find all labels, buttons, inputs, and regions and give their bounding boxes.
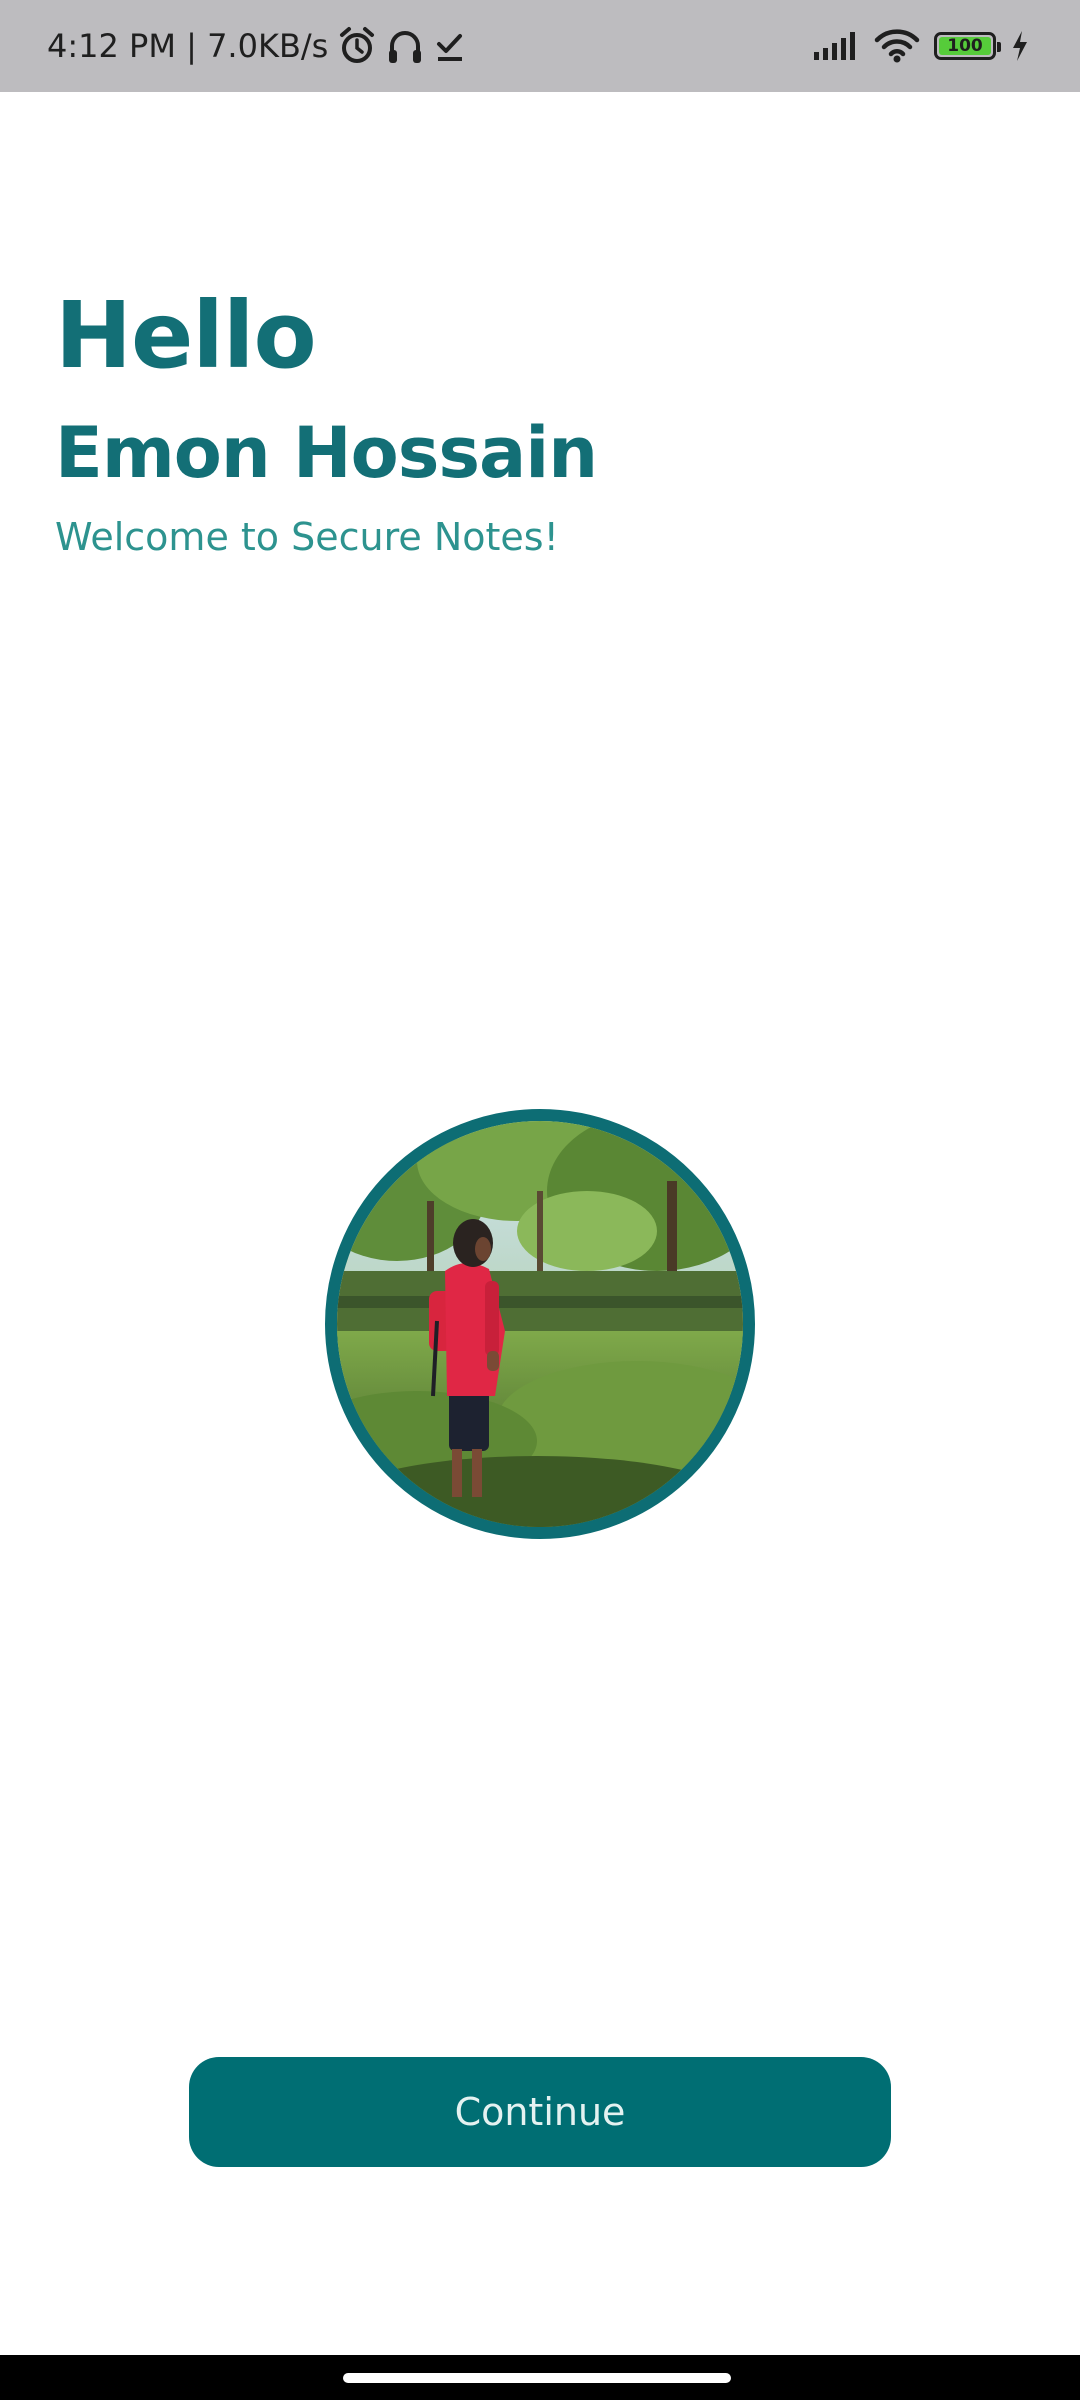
headphones-icon	[386, 24, 424, 68]
navigation-bar	[0, 2355, 1080, 2400]
profile-photo	[337, 1121, 743, 1527]
profile-avatar	[325, 1109, 755, 1539]
home-indicator[interactable]	[343, 2373, 731, 2383]
charging-icon	[1010, 24, 1030, 68]
battery-level: 100	[947, 35, 983, 56]
signal-icon	[812, 24, 860, 68]
greeting-block: Hello Emon Hossain Welcome to Secure Not…	[55, 282, 1025, 559]
status-right-group: 100	[812, 0, 1030, 92]
status-left-group: 4:12 PM | 7.0KB/s	[47, 0, 466, 92]
welcome-screen: 4:12 PM | 7.0KB/s 100 Hello Emon Hossain…	[0, 0, 1080, 2400]
status-bar: 4:12 PM | 7.0KB/s 100	[0, 0, 1080, 92]
battery-icon: 100	[934, 32, 1001, 60]
check-icon	[434, 24, 466, 68]
user-name: Emon Hossain	[55, 412, 598, 494]
hello-heading: Hello	[55, 282, 317, 389]
alarm-icon	[338, 24, 376, 68]
wifi-icon	[874, 24, 920, 68]
status-time-speed: 4:12 PM | 7.0KB/s	[47, 27, 329, 65]
continue-button[interactable]: Continue	[189, 2057, 891, 2167]
battery-tip	[997, 42, 1001, 52]
welcome-message: Welcome to Secure Notes!	[55, 515, 559, 559]
